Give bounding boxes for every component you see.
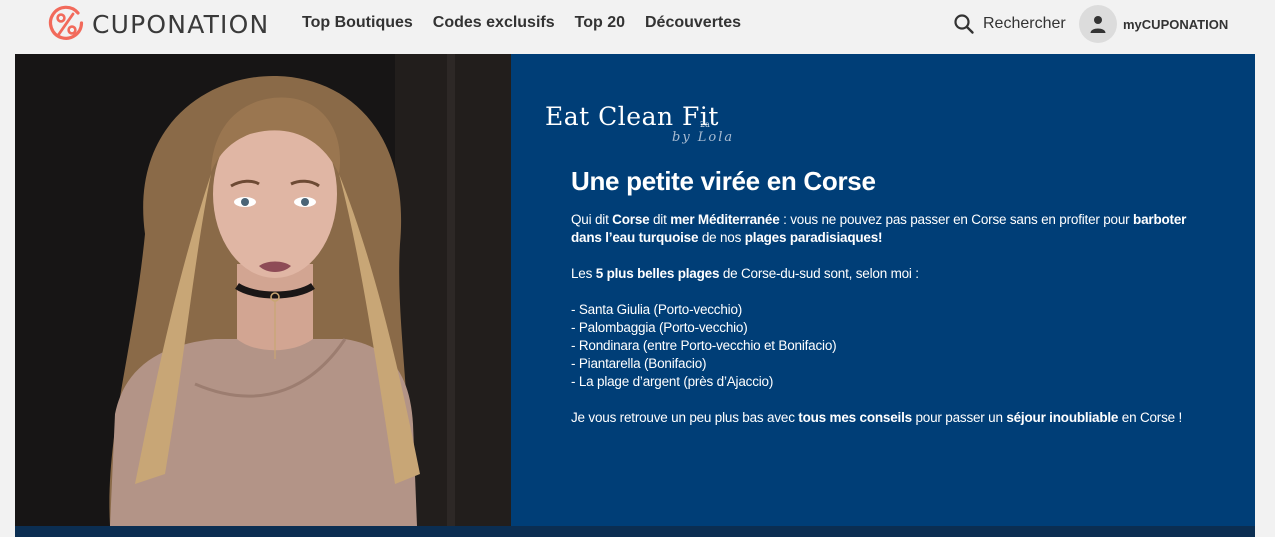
account-button[interactable]: myCUPONATION bbox=[1079, 5, 1228, 43]
magnifier-icon bbox=[954, 14, 974, 34]
main-nav: Top Boutiques Codes exclusifs Top 20 Déc… bbox=[302, 14, 761, 32]
account-label: myCUPONATION bbox=[1123, 16, 1229, 32]
intro-paragraph: Qui dit Corse dit mer Méditerranée : vou… bbox=[571, 211, 1191, 247]
text-run: de Corse-du-sud sont, selon moi : bbox=[719, 266, 919, 281]
outro-paragraph: Je vous retrouve un peu plus bas avec to… bbox=[571, 409, 1191, 427]
text-run: pour passer un bbox=[911, 410, 1007, 425]
percent-badge-icon bbox=[48, 5, 84, 40]
text-run: Les bbox=[571, 266, 596, 281]
top-bar: CUPONATION Top Boutiques Codes exclusifs… bbox=[0, 0, 1275, 52]
article-panel: Eat Clean Fit 2a by Lola Une petite viré… bbox=[511, 54, 1255, 526]
bold-text: 5 plus belles plages bbox=[595, 266, 720, 281]
cuponation-logo[interactable]: CUPONATION bbox=[44, 2, 269, 46]
eat-clean-fit-logo: Eat Clean Fit 2a by Lola bbox=[545, 102, 775, 158]
beach-item: - Rondinara (entre Porto-vecchio et Boni… bbox=[571, 338, 837, 353]
nav-decouvertes[interactable]: Découvertes bbox=[645, 14, 741, 32]
text-run: Je vous retrouve un peu plus bas avec bbox=[571, 410, 799, 425]
text-run: de nos bbox=[698, 230, 745, 245]
beach-item: - Santa Giulia (Porto-vecchio) bbox=[571, 302, 743, 317]
text-run: en Corse ! bbox=[1118, 410, 1183, 425]
nav-codes-exclusifs[interactable]: Codes exclusifs bbox=[433, 14, 555, 32]
bold-text: Corse bbox=[612, 212, 650, 227]
search-label: Rechercher bbox=[983, 15, 1066, 32]
logo-text: CUPONATION bbox=[92, 9, 270, 39]
bold-text: plages paradisiaques! bbox=[744, 230, 883, 245]
article-body: Une petite virée en Corse Qui dit Corse … bbox=[571, 166, 1191, 427]
text-run: dit bbox=[649, 212, 671, 227]
hero-banner: Eat Clean Fit 2a by Lola Une petite viré… bbox=[15, 54, 1255, 526]
beach-item: - Palombaggia (Porto-vecchio) bbox=[571, 320, 748, 335]
beach-item: - Piantarella (Bonifacio) bbox=[571, 356, 707, 371]
beaches-intro: Les 5 plus belles plages de Corse-du-sud… bbox=[571, 265, 1191, 283]
avatar bbox=[1079, 5, 1117, 43]
bold-text: mer Méditerranée bbox=[670, 212, 780, 227]
brand-name: Eat Clean Fit bbox=[545, 102, 719, 131]
search-button[interactable]: Rechercher bbox=[953, 13, 1066, 35]
bold-text: tous mes conseils bbox=[798, 410, 912, 425]
nav-top-20[interactable]: Top 20 bbox=[575, 14, 625, 32]
brand-signature: by Lola bbox=[672, 130, 735, 145]
beach-item: - La plage d’argent (près d’Ajaccio) bbox=[571, 374, 774, 389]
text-run: : vous ne pouvez pas passer en Corse san… bbox=[779, 212, 1134, 227]
user-icon bbox=[1090, 16, 1106, 33]
nav-top-boutiques[interactable]: Top Boutiques bbox=[302, 14, 413, 32]
portrait-illustration bbox=[15, 54, 511, 526]
bold-text: séjour inoubliable bbox=[1006, 410, 1119, 425]
bottom-strip bbox=[15, 526, 1255, 537]
brand-superscript: 2a bbox=[700, 120, 710, 129]
hero-photo bbox=[15, 54, 511, 526]
text-run: Qui dit bbox=[571, 212, 613, 227]
article-title: Une petite virée en Corse bbox=[571, 166, 876, 196]
